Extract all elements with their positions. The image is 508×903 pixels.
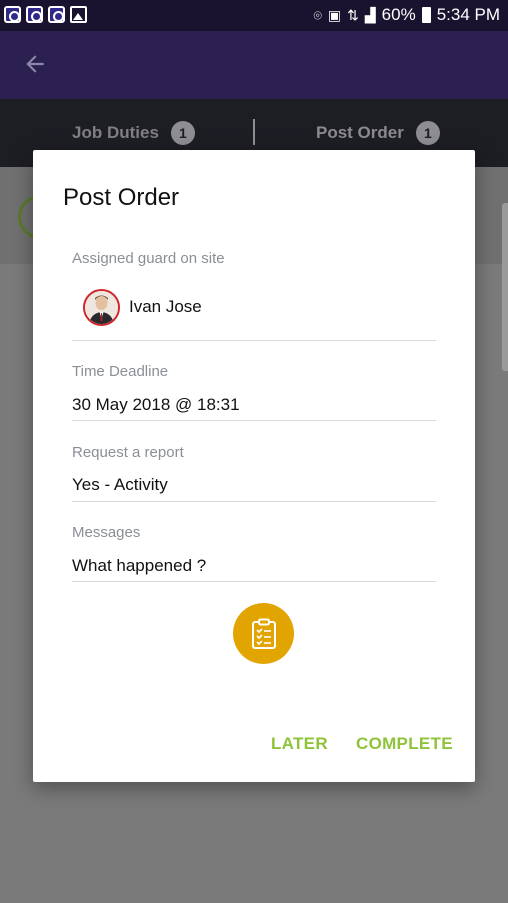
battery-icon bbox=[421, 7, 431, 23]
image-icon bbox=[70, 6, 87, 23]
field-divider bbox=[72, 340, 436, 341]
notification-icons bbox=[4, 6, 87, 23]
guard-label: Assigned guard on site bbox=[72, 250, 225, 267]
deadline-value: 30 May 2018 @ 18:31 bbox=[72, 395, 240, 414]
app-notification-icon bbox=[4, 6, 21, 23]
battery-percent: 60% bbox=[381, 5, 416, 24]
system-status: ⌾ ▣ ⇅ ▟ 60% 5:34 PM bbox=[314, 5, 501, 25]
tab-count-badge: 1 bbox=[170, 121, 195, 145]
nfc-icon: ▣ bbox=[327, 6, 342, 23]
tab-post-order[interactable]: Post Order 1 bbox=[316, 121, 440, 145]
guard-photo bbox=[85, 291, 118, 324]
complete-button[interactable]: COMPLETE bbox=[356, 734, 453, 754]
field-divider bbox=[72, 420, 436, 421]
clipboard-checklist-icon bbox=[251, 618, 276, 649]
clock: 5:34 PM bbox=[436, 5, 500, 24]
tab-count-badge: 1 bbox=[415, 121, 440, 145]
tab-label: Post Order bbox=[316, 123, 404, 142]
field-divider bbox=[72, 501, 436, 502]
post-order-dialog: Post Order Assigned guard on site Ivan J… bbox=[33, 150, 475, 782]
signal-icon: ▟ bbox=[364, 6, 376, 23]
avatar bbox=[83, 289, 120, 326]
deadline-label: Time Deadline bbox=[72, 363, 169, 380]
data-icon: ⇅ bbox=[347, 6, 359, 23]
messages-value: What happened ? bbox=[72, 556, 207, 575]
view-report-button[interactable] bbox=[233, 603, 294, 664]
status-bar: ⌾ ▣ ⇅ ▟ 60% 5:34 PM bbox=[0, 0, 508, 31]
back-arrow-icon[interactable] bbox=[22, 51, 48, 77]
app-notification-icon bbox=[26, 6, 43, 23]
tab-label: Job Duties bbox=[72, 123, 159, 142]
guard-name: Ivan Jose bbox=[129, 297, 202, 316]
background-scroll-handle bbox=[502, 203, 508, 371]
app-notification-icon bbox=[48, 6, 65, 23]
report-label: Request a report bbox=[72, 444, 184, 461]
location-icon: ⌾ bbox=[313, 6, 322, 23]
field-divider bbox=[72, 581, 436, 582]
tab-divider bbox=[253, 119, 255, 145]
app-bar bbox=[0, 31, 508, 99]
later-button[interactable]: LATER bbox=[271, 734, 328, 754]
tab-job-duties[interactable]: Job Duties 1 bbox=[72, 121, 195, 145]
dialog-title: Post Order bbox=[63, 184, 180, 211]
messages-label: Messages bbox=[72, 524, 141, 541]
report-value: Yes - Activity bbox=[72, 475, 168, 494]
